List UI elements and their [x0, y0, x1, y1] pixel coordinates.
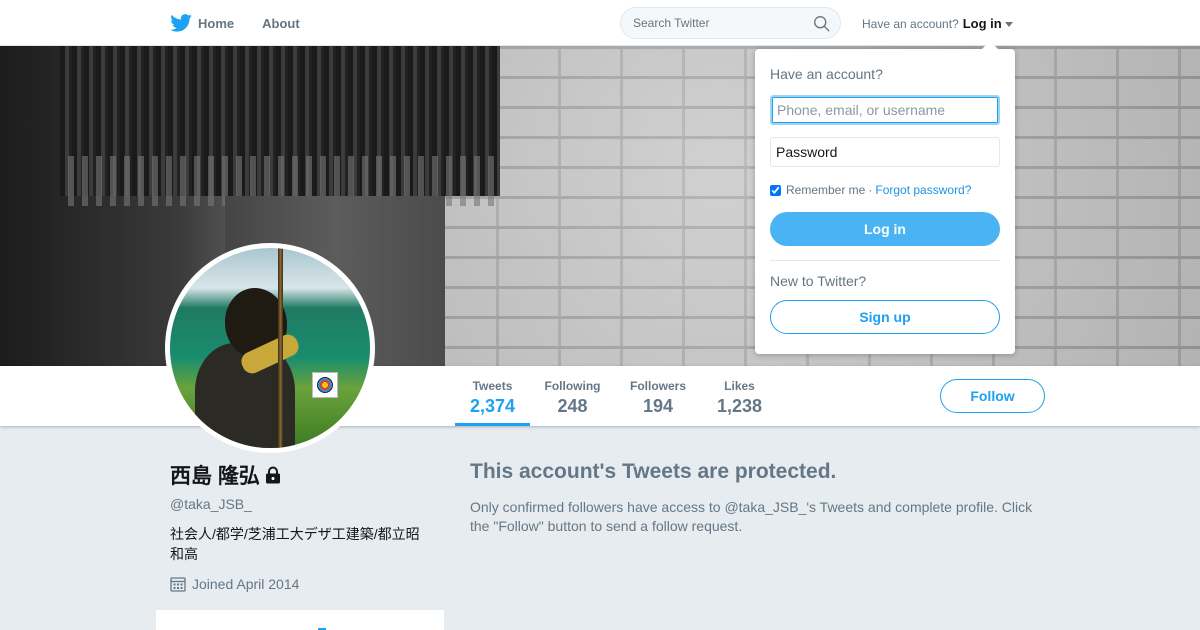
top-navigation-bar: Home About Have an account? Log in: [0, 0, 1200, 46]
avatar-photo: [170, 248, 370, 448]
profile-joined: Joined April 2014: [170, 576, 440, 592]
profile-screen-name[interactable]: @taka_JSB_: [170, 496, 440, 512]
dropdown-divider: [770, 260, 1000, 261]
account-area: Have an account? Log in: [862, 16, 1013, 31]
new-to-twitter-label: New to Twitter?: [770, 273, 867, 289]
twitter-bird-icon: [170, 14, 192, 32]
login-dropdown: Have an account? Remember me · Forgot pa…: [755, 41, 1015, 354]
target-icon: [312, 372, 338, 398]
search-box[interactable]: [620, 7, 841, 39]
remember-separator: ·: [868, 183, 873, 197]
nav-home-label: Home: [198, 15, 235, 31]
stat-tweets-value: 2,374: [469, 396, 516, 416]
caret-down-icon: [1004, 21, 1013, 27]
remember-checkbox[interactable]: [770, 184, 781, 196]
nav-home[interactable]: Home: [170, 14, 234, 32]
profile-joined-text: Joined April 2014: [192, 576, 300, 592]
follow-button[interactable]: Follow: [940, 379, 1045, 413]
stat-followers[interactable]: Followers 194: [626, 366, 690, 426]
login-dropdown-title: Have an account?: [770, 66, 883, 82]
account-prompt: Have an account?: [862, 16, 959, 31]
protected-message: Only confirmed followers have access to …: [470, 499, 1033, 534]
password-field[interactable]: [770, 137, 1000, 167]
nav-about[interactable]: About: [262, 16, 300, 31]
stat-likes[interactable]: Likes 1,238: [712, 366, 767, 426]
avatar-bow: [278, 248, 283, 448]
profile-name: 西島 隆弘: [170, 460, 440, 490]
sidebar-module: [156, 610, 444, 630]
profile-name-text: 西島 隆弘: [170, 465, 260, 488]
profile-header-card: 西島 隆弘 @taka_JSB_ 社会人/都学/芝浦工大デザ工建築/都立昭和高 …: [170, 460, 440, 592]
stat-likes-label: Likes: [724, 379, 755, 393]
remember-row: Remember me · Forgot password?: [770, 183, 971, 197]
search-input[interactable]: [633, 16, 803, 30]
login-dropdown-toggle[interactable]: Log in: [963, 16, 1013, 31]
login-button[interactable]: Log in: [770, 212, 1000, 246]
username-field[interactable]: [770, 95, 1000, 125]
stat-following-value: 248: [557, 396, 588, 416]
stat-tweets-label: Tweets: [472, 379, 513, 393]
remember-label[interactable]: Remember me: [786, 183, 865, 197]
avatar[interactable]: [165, 243, 375, 453]
nav-left: Home About: [170, 0, 328, 46]
lock-icon: [265, 466, 280, 484]
stat-tweets[interactable]: Tweets 2,374: [455, 366, 530, 426]
profile-bio: 社会人/都学/芝浦工大デザ工建築/都立昭和高: [170, 526, 420, 562]
stat-followers-label: Followers: [629, 379, 686, 393]
stat-following-label: Following: [544, 379, 601, 393]
stat-following[interactable]: Following 248: [540, 366, 605, 426]
forgot-password-link[interactable]: Forgot password?: [875, 183, 971, 197]
nav-about-label: About: [262, 15, 300, 31]
stat-likes-value: 1,238: [716, 396, 763, 416]
login-toggle-label: Log in: [962, 16, 1002, 31]
calendar-icon: [170, 577, 186, 592]
stat-followers-value: 194: [642, 396, 674, 416]
signup-button[interactable]: Sign up: [770, 300, 1000, 334]
search-icon[interactable]: [813, 15, 830, 32]
protected-notice: This account's Tweets are protected. Onl…: [470, 460, 1050, 536]
protected-title: This account's Tweets are protected.: [470, 460, 837, 483]
